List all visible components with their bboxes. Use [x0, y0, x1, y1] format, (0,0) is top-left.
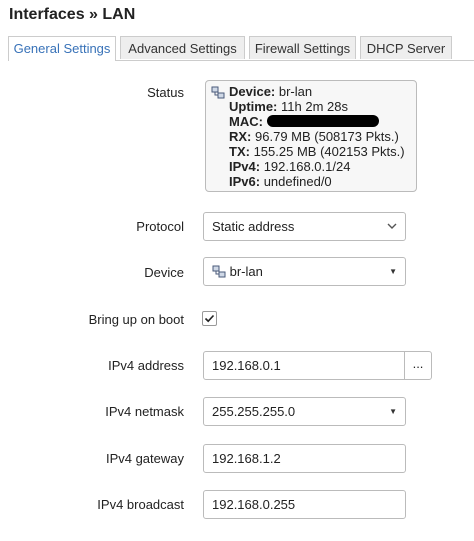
status-ipv6-key: IPv6: — [229, 174, 261, 189]
status-ipv6-value: undefined/0 — [263, 174, 332, 189]
page-title: Interfaces » LAN — [9, 6, 136, 23]
ipv4-netmask-label: IPv4 netmask — [105, 404, 184, 419]
ipv4-gateway-label: IPv4 gateway — [105, 451, 184, 466]
tab-firewall-settings[interactable]: Firewall Settings — [249, 36, 356, 59]
ipv4-broadcast-input[interactable]: 192.168.0.255 — [203, 490, 406, 519]
status-uptime-value: 11h 2m 28s — [281, 99, 348, 114]
dropdown-triangle-icon: ▼ — [389, 407, 397, 416]
protocol-select[interactable]: Static address — [203, 212, 406, 241]
status-rx-value: 96.79 MB (508173 Pkts.) — [255, 129, 399, 144]
device-label: Device — [144, 265, 184, 280]
ipv4-gateway-input[interactable]: 192.168.1.2 — [203, 444, 406, 473]
ipv4-address-label: IPv4 address — [108, 358, 184, 373]
ipv4-broadcast-label: IPv4 broadcast — [97, 497, 184, 512]
protocol-value: Static address — [212, 219, 295, 234]
boot-label: Bring up on boot — [88, 312, 184, 327]
status-tx-key: TX: — [229, 144, 250, 159]
status-device-value: br-lan — [278, 84, 313, 99]
device-select[interactable]: br-lan ▼ — [203, 257, 406, 286]
protocol-label: Protocol — [136, 219, 184, 234]
network-device-icon — [211, 86, 225, 102]
status-tx-value: 155.25 MB (402153 Pkts.) — [253, 144, 405, 159]
tab-dhcp-server[interactable]: DHCP Server — [360, 36, 452, 59]
ipv4-netmask-select[interactable]: 255.255.255.0 ▼ — [203, 397, 406, 426]
boot-checkbox[interactable] — [202, 311, 217, 326]
ipv4-address-more-button[interactable]: ... — [404, 351, 432, 380]
status-device-key: Device: — [229, 84, 276, 99]
status-uptime-key: Uptime: — [229, 99, 278, 114]
device-value: br-lan — [229, 264, 263, 279]
status-rx-key: RX: — [229, 129, 252, 144]
dropdown-triangle-icon: ▼ — [389, 267, 397, 276]
ipv4-netmask-value: 255.255.255.0 — [212, 404, 296, 419]
status-label: Status — [147, 85, 184, 100]
chevron-down-icon — [387, 213, 397, 251]
tab-general-settings[interactable]: General Settings — [8, 36, 116, 61]
mac-redaction — [266, 115, 379, 127]
status-box: Device: br-lan Uptime: 11h 2m 28s MAC: R… — [205, 80, 417, 192]
status-ipv4-key: IPv4: — [229, 159, 261, 174]
status-mac-key: MAC: — [229, 114, 263, 129]
network-device-icon — [212, 260, 226, 287]
tab-bar: General Settings Advanced Settings Firew… — [8, 36, 474, 61]
tab-advanced-settings[interactable]: Advanced Settings — [120, 36, 245, 59]
ipv4-address-input[interactable]: 192.168.0.1 — [203, 351, 405, 380]
status-ipv4-value: 192.168.0.1/24 — [263, 159, 351, 174]
